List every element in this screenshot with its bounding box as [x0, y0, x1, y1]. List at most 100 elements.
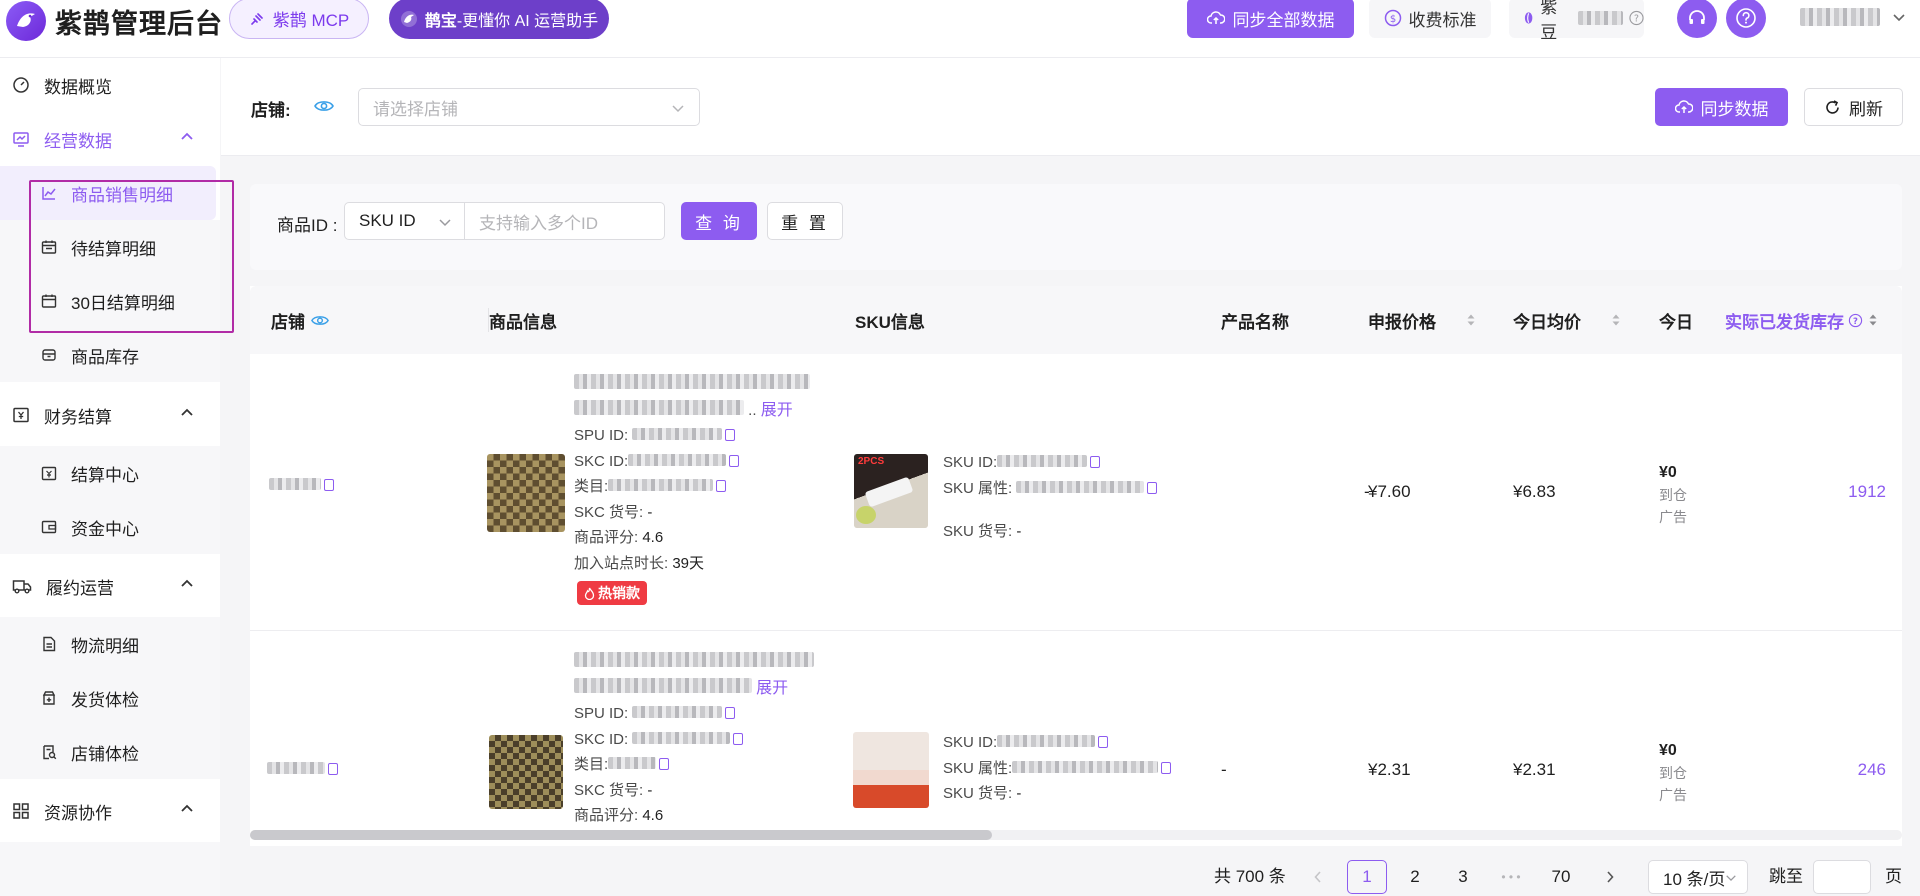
product-thumbnail[interactable] — [489, 735, 563, 809]
help-button[interactable] — [1726, 0, 1766, 38]
copy-icon[interactable] — [729, 454, 740, 467]
sidebar-item-pending-settlement[interactable]: 待结算明细 — [0, 220, 220, 274]
eye-icon[interactable] — [311, 314, 329, 327]
shipped-stock-value[interactable]: 1912 — [1848, 482, 1886, 502]
document-icon — [43, 636, 56, 652]
next-page-button[interactable] — [1590, 860, 1630, 894]
top-bar: 紫鹊管理后台 紫鹊 MCP 鹊宝-更懂你 AI 运营助手 同步全部数据 $ 收费… — [0, 0, 1920, 58]
days-label: 加入站点时长: — [574, 554, 669, 572]
ai-assistant-button[interactable]: 鹊宝-更懂你 AI 运营助手 — [389, 0, 609, 39]
category-value-redacted — [608, 757, 657, 769]
mcp-button[interactable]: 紫鹊 MCP — [229, 0, 369, 39]
sidebar-item-product-inventory[interactable]: 商品库存 — [0, 328, 220, 382]
help-circle-icon[interactable]: ? — [1848, 313, 1863, 328]
sidebar-group-finance[interactable]: 财务结算 — [0, 388, 220, 442]
column-header-avg-price[interactable]: 今日均价 — [1513, 286, 1621, 354]
today-value: ¥0 — [1659, 742, 1677, 759]
page-size-select[interactable]: 10 条/页 — [1648, 860, 1748, 894]
sku-attr-label: SKU 属性: — [943, 759, 1013, 777]
sidebar-item-store-check[interactable]: 店铺体检 — [0, 725, 220, 779]
sidebar-item-fund-center[interactable]: 资金中心 — [0, 500, 220, 554]
app-logo[interactable] — [6, 1, 46, 41]
hot-seller-badge: 热销款 — [577, 581, 647, 605]
id-type-select[interactable]: SKU ID — [344, 202, 465, 240]
skc-label: SKC ID: — [574, 452, 629, 470]
sync-all-button[interactable]: 同步全部数据 — [1187, 0, 1354, 38]
column-label: 今日均价 — [1513, 312, 1581, 332]
expand-link[interactable]: 展开 — [761, 402, 793, 419]
copy-icon[interactable] — [716, 480, 727, 492]
sidebar-item-label: 店铺体检 — [71, 744, 139, 764]
page-ellipsis[interactable]: • • • — [1491, 860, 1531, 894]
user-menu[interactable] — [1800, 8, 1906, 26]
jump-page-input[interactable] — [1813, 860, 1871, 894]
column-header-declared-price[interactable]: 申报价格 — [1368, 286, 1476, 354]
sidebar-group-business-data[interactable]: 经营数据 — [0, 112, 220, 166]
eye-icon[interactable] — [314, 99, 334, 113]
sort-icon[interactable] — [1868, 312, 1878, 328]
sidebar-item-label: 商品库存 — [71, 347, 139, 367]
customer-service-button[interactable] — [1677, 0, 1717, 38]
sidebar-item-shipping-check[interactable]: 发货体检 — [0, 671, 220, 725]
copy-icon[interactable] — [1090, 456, 1101, 468]
page-1[interactable]: 1 — [1347, 860, 1387, 894]
beans-balance[interactable]: 紫豆 ? — [1509, 0, 1644, 42]
page-3[interactable]: 3 — [1443, 860, 1483, 894]
sidebar-item-product-sales-detail[interactable]: 商品销售明细 — [0, 166, 216, 220]
shipped-stock-value[interactable]: 246 — [1858, 760, 1886, 780]
sidebar-item-label: 待结算明细 — [71, 239, 156, 259]
prev-page-button[interactable] — [1298, 860, 1338, 894]
id-search-input[interactable]: 支持输入多个ID — [464, 202, 665, 240]
line-chart-icon — [42, 187, 56, 200]
store-select[interactable]: 请选择店铺 — [358, 88, 700, 126]
reset-button[interactable]: 重 置 — [767, 202, 843, 240]
sidebar-item-label: 资金中心 — [71, 519, 139, 539]
page-70[interactable]: 70 — [1541, 860, 1581, 894]
sidebar-item-30day-settlement[interactable]: 30日结算明细 — [0, 274, 220, 328]
store-label: 店铺: — [251, 101, 291, 120]
sku-id-label: SKU ID: — [943, 734, 998, 751]
column-header-shipped-stock[interactable]: 实际已发货库存 ? — [1725, 286, 1878, 354]
sort-icon[interactable] — [1466, 312, 1476, 328]
copy-icon[interactable] — [725, 429, 736, 441]
query-button[interactable]: 查 询 — [681, 202, 757, 240]
sku-thumbnail[interactable]: 2PCS — [854, 454, 928, 528]
copy-icon[interactable] — [328, 763, 338, 775]
copy-icon[interactable] — [324, 479, 334, 491]
copy-icon[interactable] — [659, 758, 670, 770]
help-circle-icon[interactable]: ? — [1629, 10, 1644, 26]
sort-icon[interactable] — [1611, 312, 1621, 328]
spu-value-redacted — [632, 706, 723, 718]
product-thumbnail[interactable] — [487, 454, 565, 532]
sku-thumbnail[interactable] — [853, 732, 929, 808]
refresh-button[interactable]: 刷新 — [1804, 88, 1903, 126]
chevron-right-icon — [1607, 871, 1614, 883]
page-2[interactable]: 2 — [1395, 860, 1435, 894]
horizontal-scrollbar[interactable] — [250, 830, 1902, 840]
copy-icon[interactable] — [1098, 736, 1109, 748]
skc-value-redacted — [628, 453, 727, 466]
page-size-value: 10 条/页 — [1663, 869, 1726, 889]
fee-standard-button[interactable]: $ 收费标准 — [1369, 0, 1491, 38]
sidebar-item-settlement-center[interactable]: 结算中心 — [0, 446, 220, 500]
expand-link[interactable]: 展开 — [756, 680, 788, 697]
skc-no-value: - — [647, 503, 653, 521]
declared-price: ¥7.60 — [1368, 482, 1411, 501]
chevron-down-icon — [1893, 14, 1905, 22]
total-count: 共 700 条 — [1214, 867, 1286, 886]
sidebar-item-overview[interactable]: 数据概览 — [0, 58, 220, 112]
sidebar-item-label: 履约运营 — [46, 578, 114, 598]
copy-icon[interactable] — [733, 732, 744, 745]
sidebar-group-fulfillment[interactable]: 履约运营 — [0, 559, 220, 613]
scrollbar-thumb[interactable] — [250, 830, 992, 840]
magpie-icon — [400, 10, 417, 27]
sync-data-button[interactable]: 同步数据 — [1655, 88, 1788, 126]
today-cell: ¥0 到仓 广告 — [1659, 740, 1692, 806]
spu-value-redacted — [632, 428, 723, 440]
sidebar-group-resource-collab[interactable]: 资源协作 — [0, 784, 220, 838]
table-row: 展开 SPU ID: SKC ID: 类目: SKC 货号: - 商品评分: 4… — [250, 632, 1902, 846]
copy-icon[interactable] — [725, 707, 736, 719]
sidebar-item-logistics-detail[interactable]: 物流明细 — [0, 617, 220, 671]
copy-icon[interactable] — [1147, 481, 1158, 494]
copy-icon[interactable] — [1161, 761, 1172, 774]
